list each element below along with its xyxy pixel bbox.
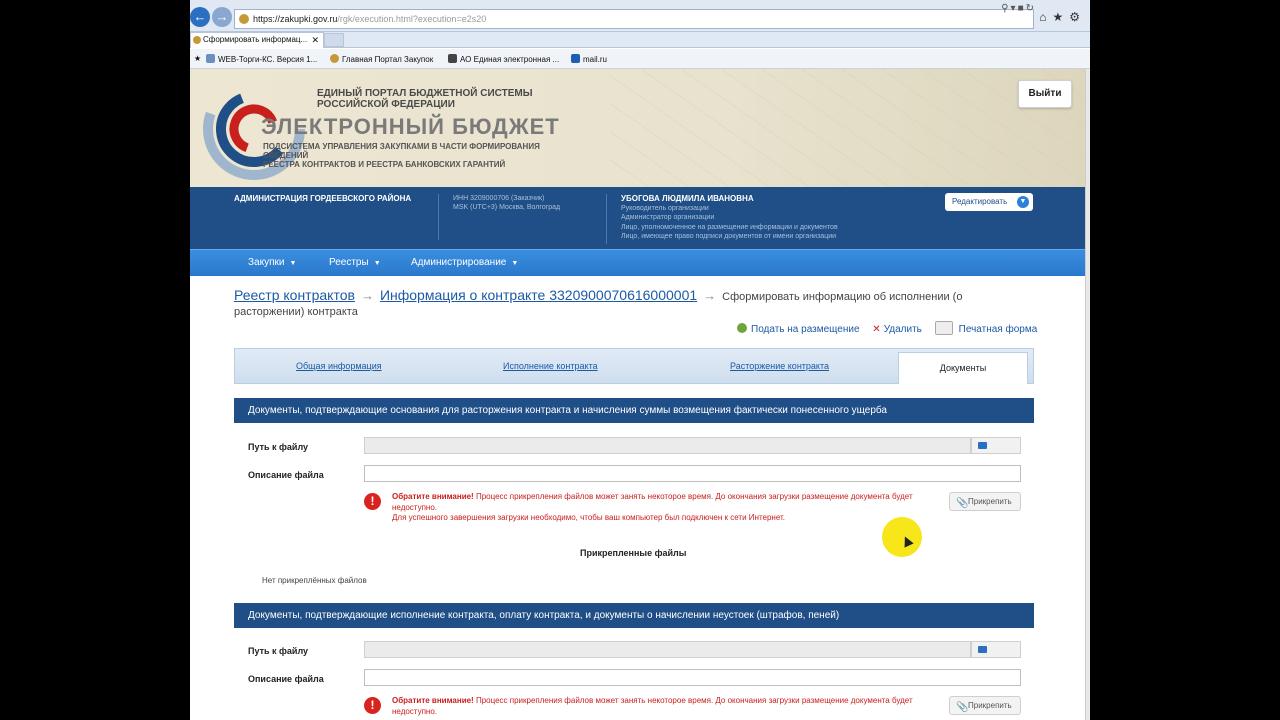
tab-favicon-icon xyxy=(193,36,201,44)
file-path-label: Путь к файлу xyxy=(248,442,309,452)
paperclip-icon: 📎 xyxy=(956,702,969,713)
paperclip-icon: 📎 xyxy=(956,498,969,509)
tab-termination[interactable]: Расторжение контракта xyxy=(730,361,829,371)
chevron-down-icon: ▼ xyxy=(373,260,381,267)
warning-icon: ! xyxy=(364,697,381,714)
check-icon xyxy=(737,323,747,333)
arrow-right-icon: → xyxy=(360,288,374,303)
site-icon xyxy=(239,14,249,24)
tab-strip: Сформировать информац... ✕ xyxy=(190,32,1090,48)
contract-tabs: Общая информация Исполнение контракта Ра… xyxy=(234,348,1034,384)
new-tab-button[interactable] xyxy=(324,33,344,47)
tab-general-info[interactable]: Общая информация xyxy=(296,361,382,371)
home-star-gear-icons[interactable]: ⌂★⚙ xyxy=(1039,10,1086,24)
url-path: /rgk/execution.html?execution=e2s20 xyxy=(337,14,487,24)
printer-icon xyxy=(934,321,953,335)
no-files-text: Нет прикреплённых файлов xyxy=(262,576,367,585)
file-path-input[interactable] xyxy=(364,437,971,454)
browse-button[interactable] xyxy=(971,641,1021,658)
page-actions: Подать на размещение ✕ Удалить Печатная ф… xyxy=(737,321,1047,335)
url-host: https://zakupki.gov.ru xyxy=(253,14,338,24)
breadcrumb: Реестр контрактов → Информация о контракте… xyxy=(234,288,994,320)
attach-button[interactable]: 📎 Прикрепить xyxy=(949,696,1021,715)
tab-execution[interactable]: Исполнение контракта xyxy=(503,361,598,371)
emblem-icon xyxy=(330,54,339,63)
breadcrumb-contract-registry[interactable]: Реестр контрактов xyxy=(234,287,355,303)
file-description-label: Описание файла xyxy=(248,470,324,480)
file-path-input[interactable] xyxy=(364,641,971,658)
favorites-star-icon[interactable]: ★ xyxy=(194,54,201,63)
mail-icon xyxy=(571,54,580,63)
forward-icon[interactable]: → xyxy=(212,7,232,27)
search-lock-refresh-icons[interactable]: ⚲▾■↻ xyxy=(1001,3,1036,14)
org-inn: ИНН 3209000706 (Заказчик) MSK (UTC+3) Мос… xyxy=(438,194,560,240)
chevron-down-icon: ▼ xyxy=(289,260,297,267)
site-header-banner: ЕДИНЫЙ ПОРТАЛ БЮДЖЕТНОЙ СИСТЕМЫ РОССИЙСКО… xyxy=(190,69,1085,187)
print-button[interactable]: Печатная форма xyxy=(934,321,1037,335)
file-description-input[interactable] xyxy=(364,465,1021,482)
subsystem-title: ПОДСИСТЕМА УПРАВЛЕНИЯ ЗАКУПКАМИ В ЧАСТИ … xyxy=(263,142,540,169)
system-title: ЭЛЕКТРОННЫЙ БЮДЖЕТ xyxy=(261,114,560,139)
favorite-item[interactable]: Главная Портал Закупок xyxy=(330,54,433,64)
portal-title: ЕДИНЫЙ ПОРТАЛ БЮДЖЕТНОЙ СИСТЕМЫ РОССИЙСКО… xyxy=(317,88,533,110)
delete-button[interactable]: ✕ Удалить xyxy=(872,324,922,335)
logout-button[interactable]: Выйти xyxy=(1018,80,1072,108)
warning-icon: ! xyxy=(364,493,381,510)
edit-profile-button[interactable]: Редактировать ▼ xyxy=(945,193,1033,211)
publish-button[interactable]: Подать на размещение xyxy=(737,323,860,335)
tab-title: Сформировать информац... xyxy=(203,35,308,44)
upload-warning: ! Обратите внимание! Процесс прикреплени… xyxy=(364,696,934,717)
page-scrollbar[interactable] xyxy=(1085,69,1090,720)
arrow-right-icon: → xyxy=(703,288,717,303)
favorites-bar: ★ WEB-Торги-КС. Версия 1... Главная Порт… xyxy=(190,49,1090,69)
agent-icon xyxy=(448,54,457,63)
section-header-termination-docs: Документы, подтверждающие основания для … xyxy=(234,398,1034,423)
menu-registries[interactable]: Реестры ▼ xyxy=(329,257,381,268)
menu-administration[interactable]: Администрирование ▼ xyxy=(411,257,518,268)
file-path-label: Путь к файлу xyxy=(248,646,309,656)
browse-button[interactable] xyxy=(971,437,1021,454)
delete-icon: ✕ xyxy=(872,324,881,335)
upload-warning: ! Обратите внимание! Процесс прикреплени… xyxy=(364,492,934,524)
user-name: УБОГОВА ЛЮДМИЛА ИВАНОВНА xyxy=(621,194,754,203)
user-info-bar: АДМИНИСТРАЦИЯ ГОРДЕЕВСКОГО РАЙОНА ИНН 32… xyxy=(190,187,1085,249)
file-description-input[interactable] xyxy=(364,669,1021,686)
favorite-item[interactable]: WEB-Торги-КС. Версия 1... xyxy=(206,54,317,64)
favorite-item[interactable]: АО Единая электронная ... xyxy=(448,54,559,64)
attached-files-title: Прикрепленные файлы xyxy=(580,548,687,558)
favorite-item[interactable]: mail.ru xyxy=(571,54,607,64)
tab-documents[interactable]: Документы xyxy=(898,352,1028,384)
organization-name: АДМИНИСТРАЦИЯ ГОРДЕЕВСКОГО РАЙОНА xyxy=(234,194,412,203)
url-field[interactable]: https://zakupki.gov.ru/rgk/execution.htm… xyxy=(234,9,1034,29)
browser-window: ← → https://zakupki.gov.ru/rgk/execution… xyxy=(190,0,1090,720)
chevron-down-icon: ▼ xyxy=(511,260,519,267)
attach-button[interactable]: 📎 Прикрепить xyxy=(949,492,1021,511)
address-bar-row: ← → https://zakupki.gov.ru/rgk/execution… xyxy=(190,0,1090,32)
menu-purchases[interactable]: Закупки ▼ xyxy=(248,257,296,268)
section-header-execution-docs: Документы, подтверждающие исполнение кон… xyxy=(234,603,1034,628)
breadcrumb-contract-info[interactable]: Информация о контракте 33209000706160000… xyxy=(380,287,697,303)
user-details: УБОГОВА ЛЮДМИЛА ИВАНОВНА Руководитель ор… xyxy=(606,194,838,244)
close-tab-icon[interactable]: ✕ xyxy=(311,33,319,47)
chevron-down-icon: ▼ xyxy=(1017,196,1029,208)
browser-tab[interactable]: Сформировать информац... ✕ xyxy=(190,32,324,48)
page-icon xyxy=(206,54,215,63)
file-description-label: Описание файла xyxy=(248,674,324,684)
main-menu: Закупки ▼ Реестры ▼ Администрирование ▼ xyxy=(190,249,1085,276)
folder-icon xyxy=(978,442,987,449)
back-icon[interactable]: ← xyxy=(190,7,210,27)
main-content: Реестр контрактов → Информация о контракте… xyxy=(190,276,1085,720)
folder-icon xyxy=(978,646,987,653)
